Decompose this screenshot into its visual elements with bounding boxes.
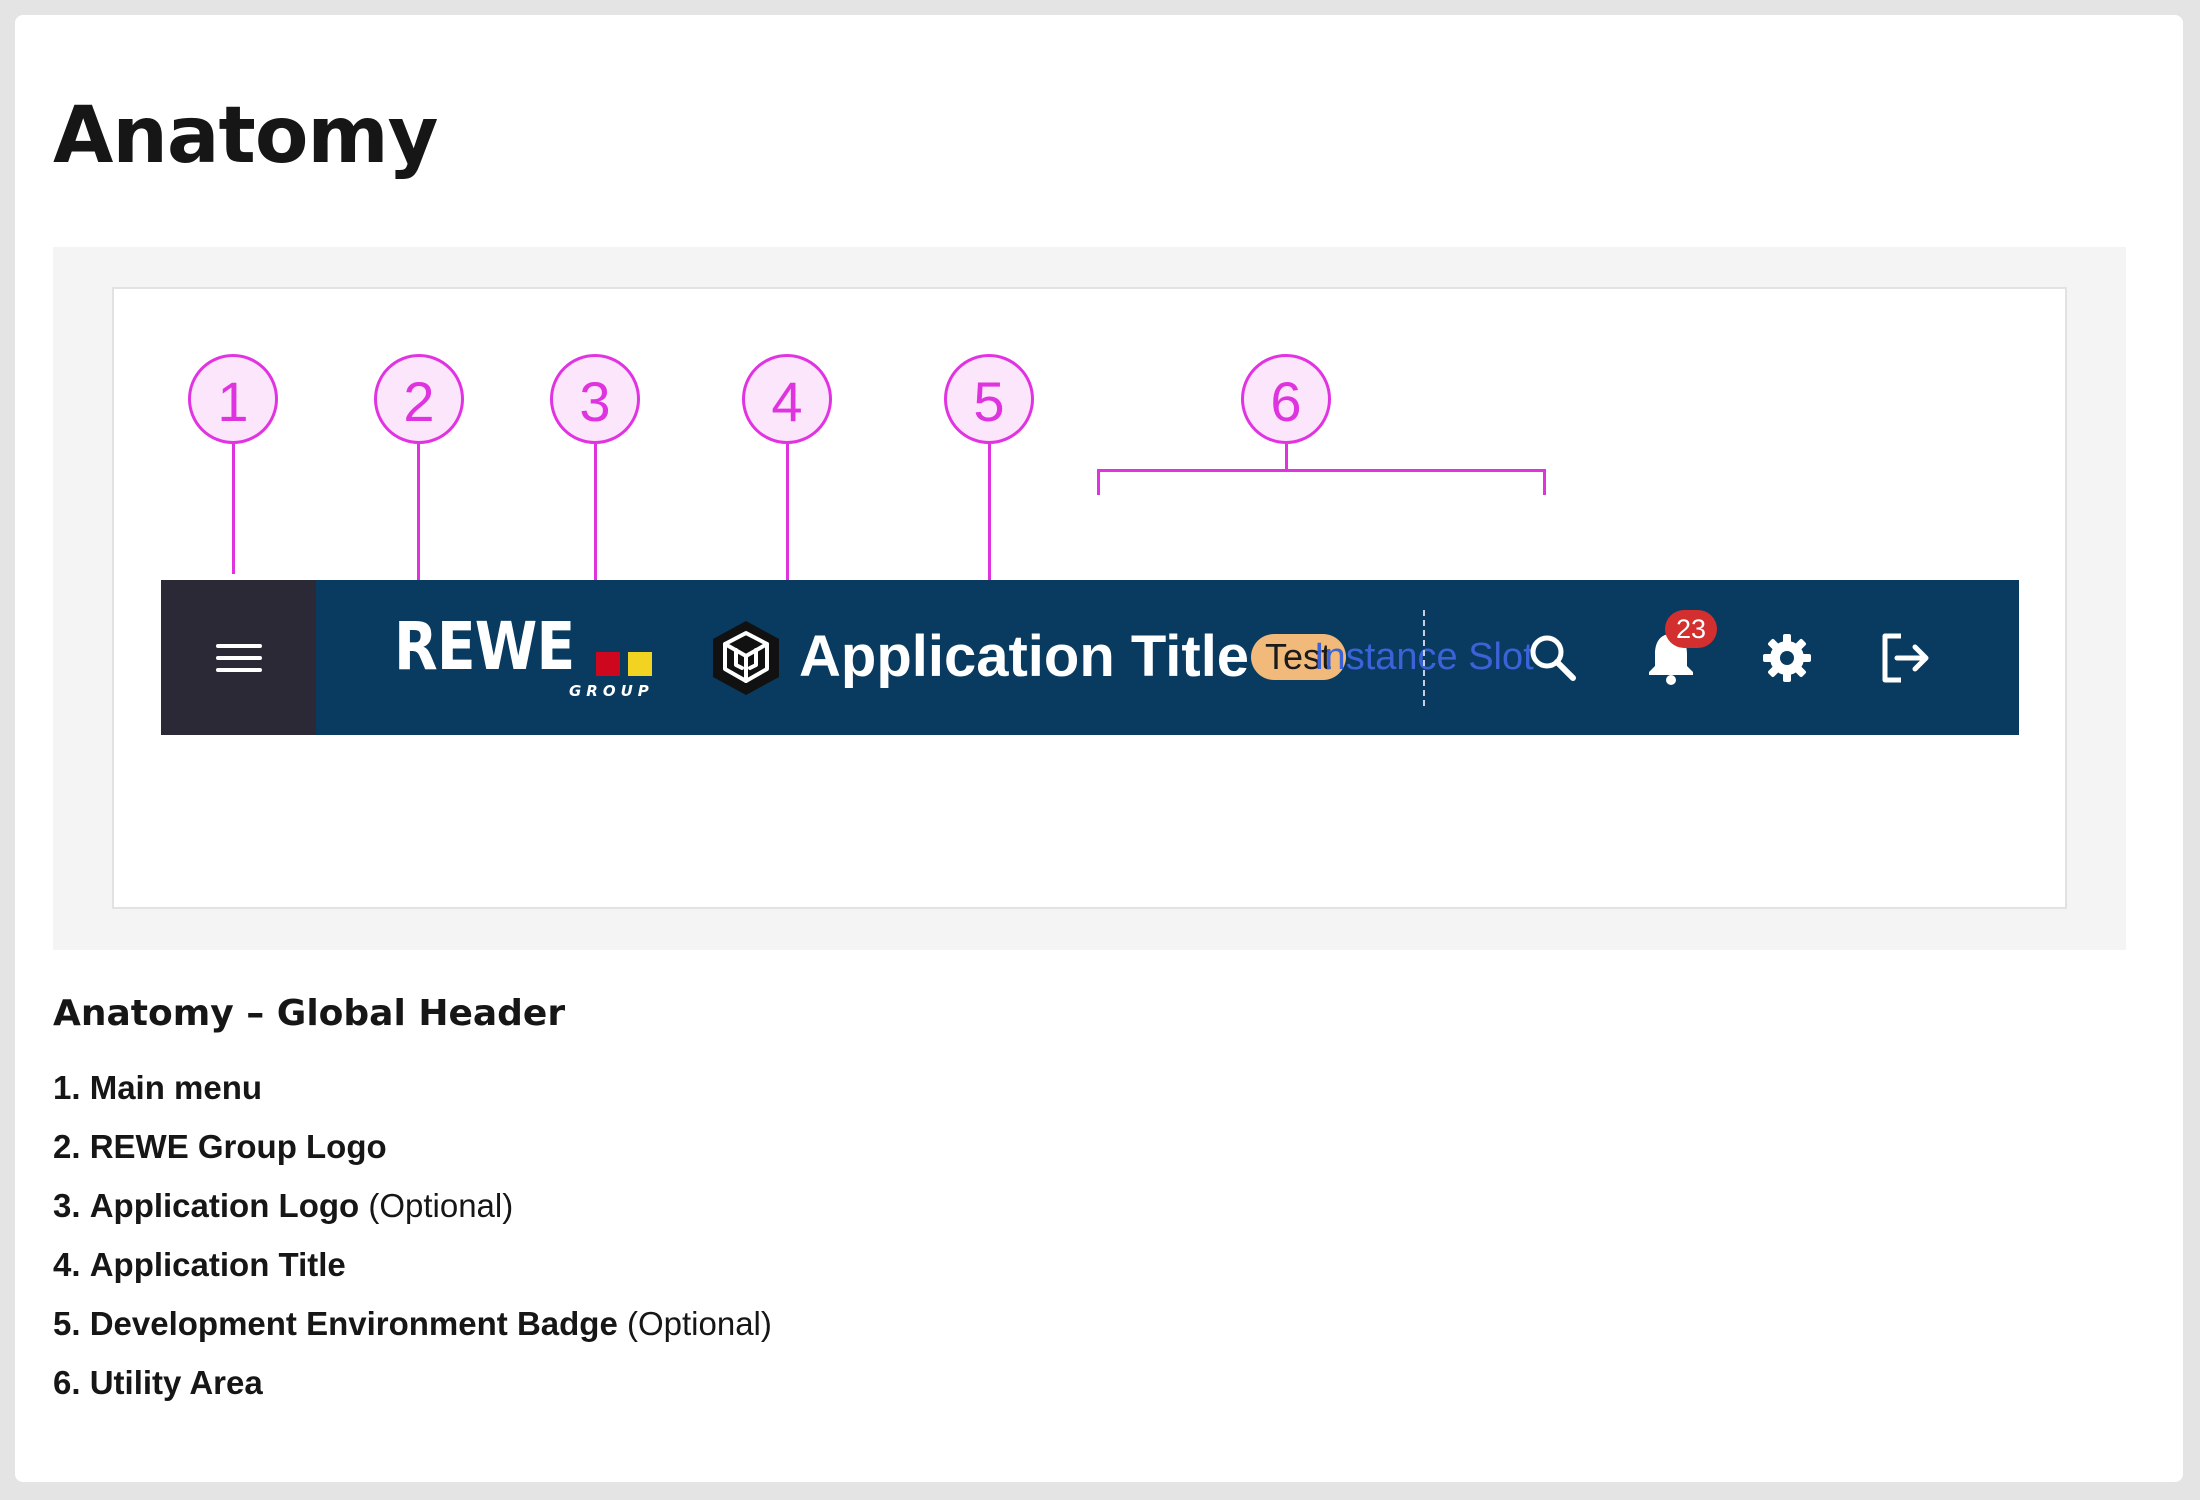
legend-item: 6. Utility Area [53,1360,772,1419]
menu-icon-bar [215,667,262,672]
marker-6: 6 [1241,354,1331,444]
rewe-logo-group: GROUP [569,682,654,700]
leader-line-4 [786,444,789,596]
caption-title: Anatomy – Global Header [53,993,566,1034]
app-logo-icon [713,621,779,695]
leader-line-6 [1285,444,1288,472]
legend-item-label: Application Logo [89,1187,360,1224]
legend-item-note: (Optional) [626,1305,772,1342]
page-title: Anatomy [53,91,439,181]
menu-icon [215,643,262,648]
rewe-logo-yellow-square [628,652,652,676]
marker-1: 1 [188,354,278,444]
marker-4: 4 [742,354,832,444]
legend-item-number: 4. [53,1246,81,1283]
legend-item-number: 1. [53,1069,81,1106]
rewe-logo-red-square [596,652,620,676]
menu-icon-bar [215,655,262,660]
gear-icon[interactable] [1755,626,1819,690]
legend-item-number: 6. [53,1364,81,1401]
legend-item-note: (Optional) [368,1187,514,1224]
marker-2: 2 [374,354,464,444]
utility-bracket-right [1543,469,1546,495]
logout-icon[interactable] [1873,626,1937,690]
legend-item-number: 3. [53,1187,81,1224]
legend-item: 2. REWE Group Logo [53,1124,772,1183]
legend-item-number: 2. [53,1128,81,1165]
search-icon[interactable] [1521,626,1585,690]
main-menu-button[interactable] [161,580,316,735]
legend-item-label: Development Environment Badge [89,1305,618,1342]
notification-count-badge: 23 [1665,610,1717,648]
rewe-group-logo[interactable]: REWE GROUP [394,614,654,702]
legend-item-label: Utility Area [89,1364,263,1401]
legend-item-number: 5. [53,1305,81,1342]
legend-item: 5. Development Environment Badge (Option… [53,1301,772,1360]
leader-line-5 [988,444,991,596]
anatomy-legend: 1. Main menu 2. REWE Group Logo 3. Appli… [53,1065,772,1419]
legend-item-label: REWE Group Logo [89,1128,387,1165]
marker-3: 3 [550,354,640,444]
legend-item: 3. Application Logo (Optional) [53,1183,772,1242]
legend-item: 4. Application Title [53,1242,772,1301]
legend-item-label: Application Title [89,1246,346,1283]
instance-slot-divider [1423,610,1425,706]
rewe-logo-word: REWE [394,608,575,685]
leader-line-2 [417,444,420,596]
page-card: Anatomy 1 2 3 4 5 6 REWE GROUP Applicati… [15,15,2183,1482]
utility-bracket-left [1097,469,1100,495]
leader-line-1 [232,444,235,574]
legend-item: 1. Main menu [53,1065,772,1124]
global-header: REWE GROUP Application Title Test Instan… [161,580,2019,735]
leader-line-3 [594,444,597,596]
utility-bracket [1097,469,1546,472]
legend-item-label: Main menu [89,1069,263,1106]
marker-5: 5 [944,354,1034,444]
app-title: Application Title [799,624,1250,689]
